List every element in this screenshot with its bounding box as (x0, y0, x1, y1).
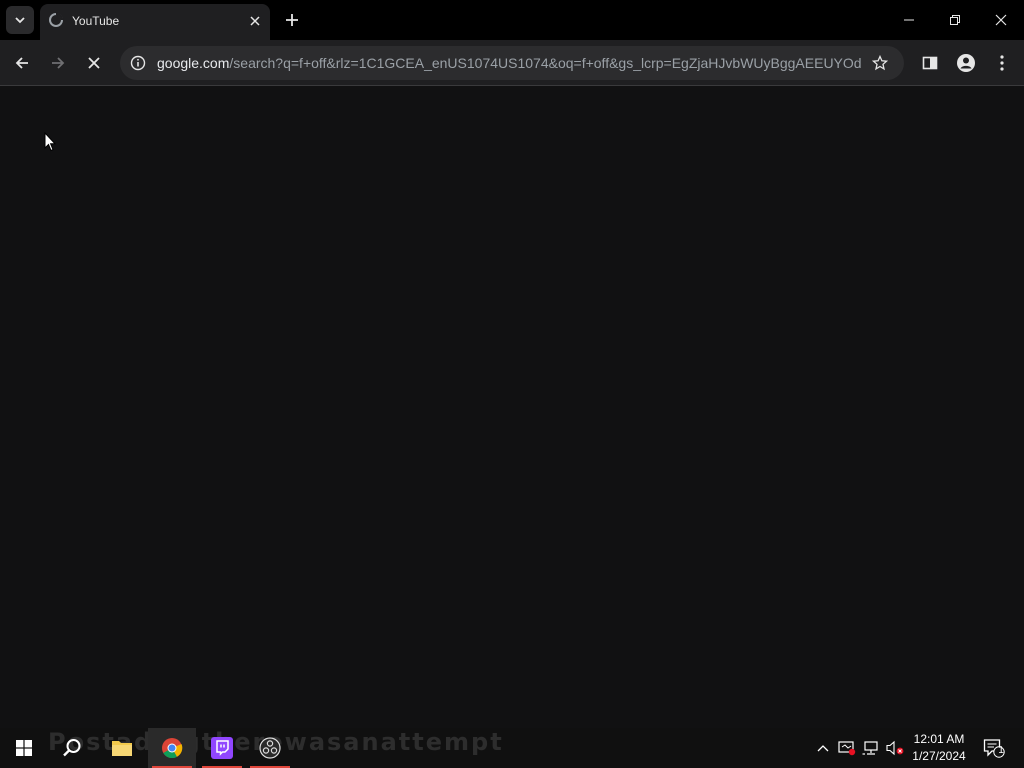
twitch-icon (211, 737, 233, 759)
star-icon (872, 55, 888, 71)
chevron-down-icon (15, 17, 25, 24)
show-hidden-icons-button[interactable] (812, 728, 834, 768)
network-icon (862, 741, 878, 755)
restore-button[interactable] (932, 0, 978, 40)
windows-logo-icon (16, 740, 32, 756)
twitch-taskbar-button[interactable] (198, 728, 246, 768)
url-text[interactable]: google.com/search?q=f+off&rlz=1C1GCEA_en… (157, 55, 862, 71)
kebab-menu-icon (1000, 55, 1004, 71)
person-icon (957, 54, 975, 72)
arrow-right-icon (52, 57, 65, 69)
volume-button[interactable] (884, 728, 906, 768)
loading-spinner-icon (49, 12, 64, 27)
network-button[interactable] (860, 728, 882, 768)
close-window-button[interactable] (978, 0, 1024, 40)
windows-taskbar: Postadingtherewasanattempt 12:01 AM 1/27… (0, 728, 1024, 768)
plus-icon (286, 14, 298, 26)
sync-alert-icon (838, 741, 856, 756)
url-host: google.com (157, 55, 230, 71)
side-panel-icon (922, 56, 938, 70)
site-info-button[interactable] (126, 51, 150, 75)
folder-icon (112, 741, 132, 756)
page-content[interactable] (0, 87, 1024, 728)
restore-icon (950, 15, 960, 25)
bookmark-button[interactable] (868, 51, 892, 75)
notification-count-badge: 1 (998, 745, 1004, 756)
back-button[interactable] (8, 49, 36, 77)
stop-loading-button[interactable] (80, 49, 108, 77)
tray-app-button[interactable] (836, 728, 858, 768)
mouse-cursor-icon (44, 132, 56, 152)
chrome-taskbar-button[interactable] (148, 728, 196, 768)
minimize-icon (904, 19, 914, 21)
forward-button[interactable] (44, 49, 72, 77)
address-bar[interactable]: google.com/search?q=f+off&rlz=1C1GCEA_en… (120, 46, 904, 80)
profile-button[interactable] (952, 49, 980, 77)
chrome-menu-button[interactable] (988, 49, 1016, 77)
obs-icon (259, 737, 281, 759)
obs-taskbar-button[interactable] (246, 728, 294, 768)
browser-toolbar: google.com/search?q=f+off&rlz=1C1GCEA_en… (0, 40, 1024, 86)
close-icon (88, 57, 100, 69)
side-panel-button[interactable] (916, 49, 944, 77)
action-center-button[interactable]: 1 (980, 728, 1008, 768)
clock-date: 1/27/2024 (912, 749, 966, 763)
system-clock[interactable]: 12:01 AM 1/27/2024 (906, 731, 972, 765)
close-icon (995, 14, 1007, 26)
close-icon (250, 16, 260, 26)
tab-close-button[interactable] (246, 12, 264, 30)
new-tab-button[interactable] (280, 8, 304, 32)
tab-title: YouTube (72, 14, 120, 28)
url-path: /search?q=f+off&rlz=1C1GCEA_enUS1074US10… (229, 55, 862, 71)
clock-time: 12:01 AM (913, 732, 965, 746)
volume-muted-icon (886, 740, 904, 756)
tab-youtube[interactable]: YouTube (40, 4, 270, 40)
chrome-icon (162, 738, 183, 759)
info-icon (130, 55, 146, 71)
chevron-up-icon (817, 745, 829, 752)
tab-bar: YouTube (0, 0, 1024, 40)
tab-search-button[interactable] (6, 6, 34, 34)
start-button[interactable] (0, 728, 48, 768)
minimize-button[interactable] (886, 0, 932, 40)
file-explorer-button[interactable] (98, 728, 146, 768)
arrow-left-icon (15, 57, 28, 69)
